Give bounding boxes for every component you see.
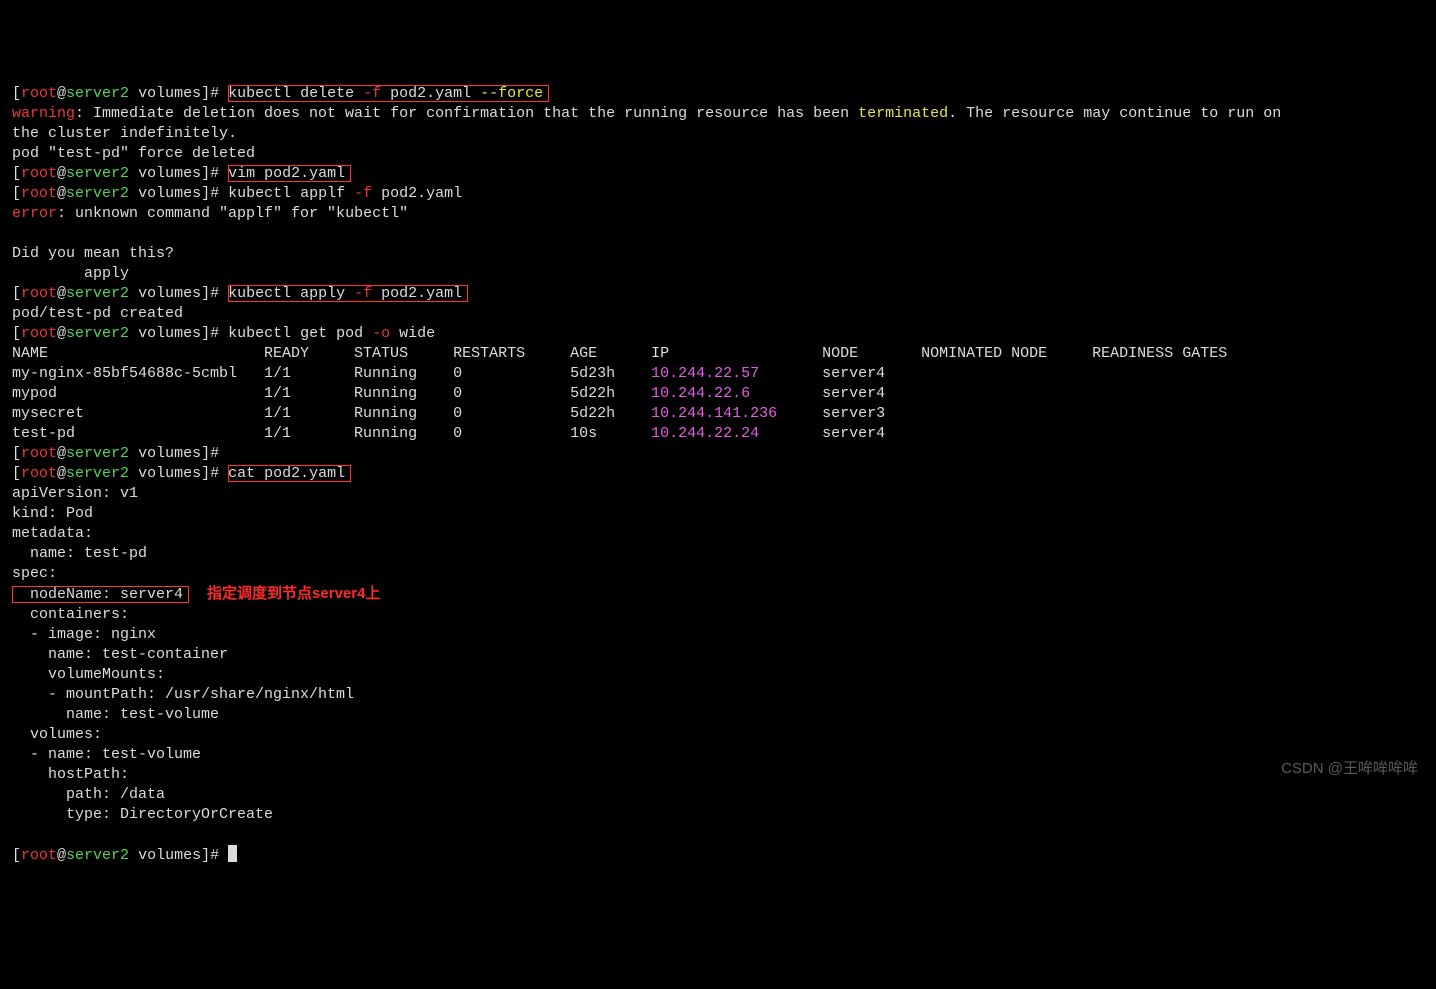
boxed-cmd-apply: kubectl apply -f pod2.yaml (228, 285, 468, 302)
boxed-cmd-vim: vim pod2.yaml (228, 165, 351, 182)
boxed-cmd-delete: kubectl delete -f pod2.yaml --force (228, 85, 549, 102)
watermark: CSDN @王哞哞哞哞 (1281, 759, 1418, 779)
boxed-cmd-cat: cat pod2.yaml (228, 465, 351, 482)
cursor (228, 845, 237, 862)
boxed-nodename: nodeName: server4 (12, 586, 189, 603)
terminal-output[interactable]: [root@server2 volumes]# kubectl delete -… (12, 84, 1424, 866)
annotation-text: 指定调度到节点server4上 (207, 585, 380, 602)
